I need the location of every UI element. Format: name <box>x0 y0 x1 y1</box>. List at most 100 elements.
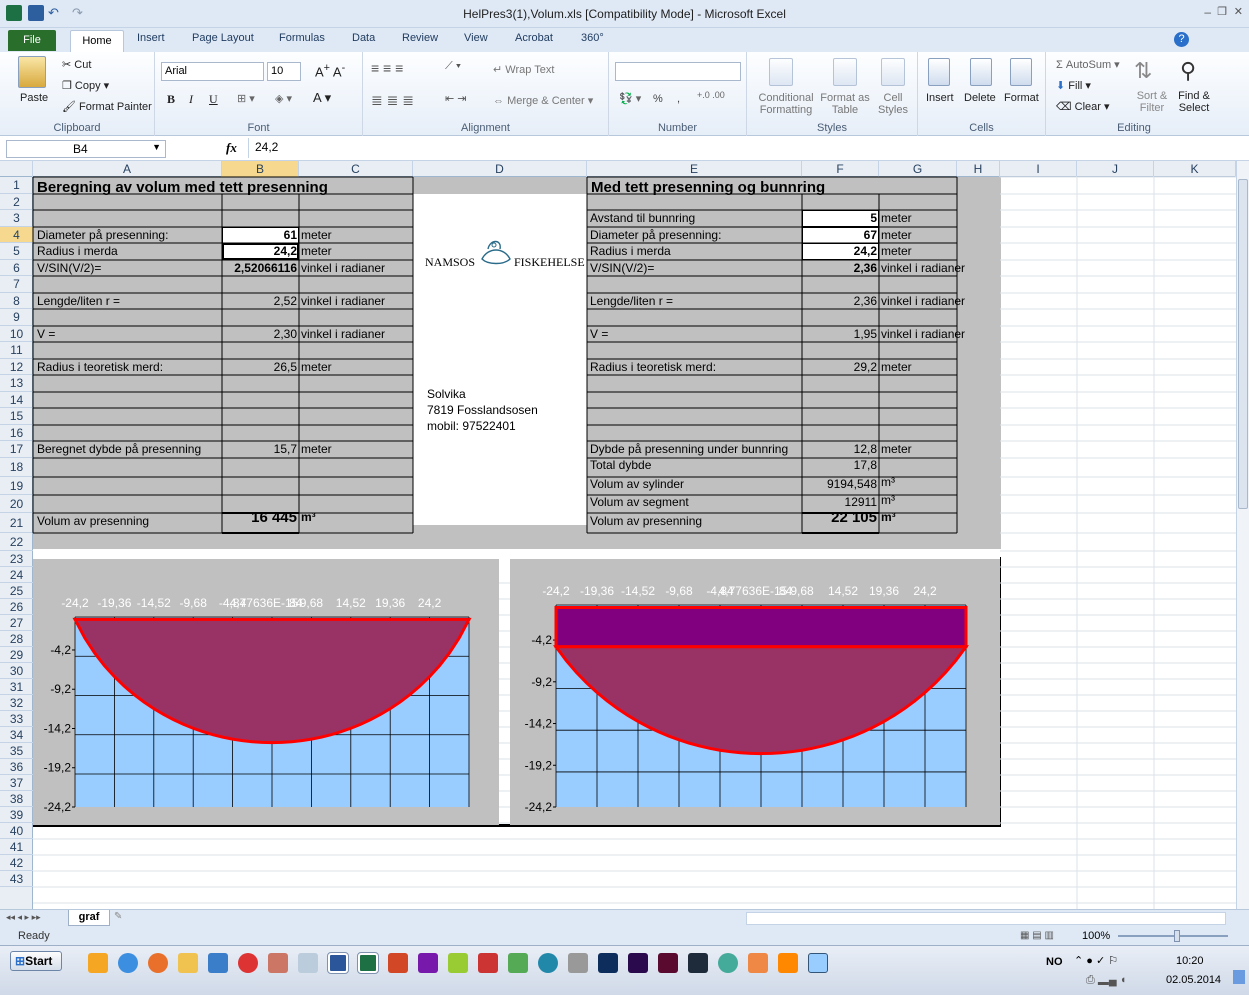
value-length-2[interactable]: 2,36 <box>802 294 877 309</box>
help-icon[interactable]: ? <box>1174 32 1189 47</box>
fill-color-icon[interactable]: ◈ ▾ <box>275 92 292 105</box>
indent-icon[interactable]: ⇤ ⇥ <box>445 92 467 105</box>
align-left-icon[interactable]: ≣ ≣ ≣ <box>371 92 414 109</box>
align-top-icon[interactable]: ≡ ≡ ≡ <box>371 60 403 76</box>
tab-review[interactable]: Review <box>402 32 438 44</box>
value-diameter-2[interactable]: 67 <box>802 228 877 243</box>
format-painter-button[interactable]: 🖌 Format Painter <box>62 100 152 113</box>
chevron-down-icon[interactable]: ▼ <box>152 142 161 152</box>
zoom-thumb[interactable] <box>1174 930 1180 942</box>
cell-styles-button[interactable]: Cell Styles <box>873 92 913 116</box>
paste-button[interactable]: Paste <box>20 92 48 104</box>
excel-taskbar-icon[interactable] <box>357 952 379 974</box>
insert-button[interactable]: Insert <box>926 92 954 104</box>
clear-button[interactable]: ⌫ Clear ▾ <box>1056 100 1110 113</box>
number-format-select[interactable] <box>615 62 741 81</box>
app3-icon[interactable] <box>478 953 498 973</box>
chrome-icon[interactable] <box>718 953 738 973</box>
copy-button[interactable]: ❐ Copy ▾ <box>62 79 109 92</box>
view-buttons-icon[interactable]: ▦ ▤ ▥ <box>1020 930 1054 941</box>
lightroom-icon[interactable] <box>688 953 708 973</box>
tab-formulas[interactable]: Formulas <box>279 32 325 44</box>
italic-button[interactable]: I <box>189 92 193 107</box>
zoom-slider[interactable] <box>1118 935 1228 937</box>
office-icon[interactable] <box>88 953 108 973</box>
window-icon[interactable] <box>298 953 318 973</box>
explorer-icon[interactable] <box>178 953 198 973</box>
tab-home[interactable]: Home <box>70 30 124 52</box>
minimize-button[interactable]: – <box>1204 5 1211 19</box>
cut-button[interactable]: ✂ Cut <box>62 58 91 71</box>
premiere-icon[interactable] <box>628 953 648 973</box>
tab-insert[interactable]: Insert <box>137 32 165 44</box>
find-select-button[interactable]: Find & Select <box>1174 90 1214 114</box>
font-color-icon[interactable]: A ▾ <box>313 90 331 106</box>
indesign-icon[interactable] <box>658 953 678 973</box>
tab-view[interactable]: View <box>464 32 488 44</box>
font-size-select[interactable]: 10 <box>267 62 301 81</box>
autosum-button[interactable]: Σ AutoSum ▾ <box>1056 58 1120 71</box>
app6-icon[interactable] <box>568 953 588 973</box>
vlc-icon[interactable] <box>778 953 798 973</box>
start-button[interactable]: ⊞Start <box>10 951 62 971</box>
value-v-2[interactable]: 1,95 <box>802 327 877 342</box>
scroll-thumb[interactable] <box>1238 179 1248 509</box>
binoculars-icon[interactable]: ⚲ <box>1180 58 1196 84</box>
close-button[interactable]: ✕ <box>1234 5 1243 18</box>
name-box[interactable]: B4 ▼ <box>6 140 166 158</box>
value-v[interactable]: 2,30 <box>222 327 297 342</box>
tab-data[interactable]: Data <box>352 32 375 44</box>
value-cylinder-volume[interactable]: 9194,548 <box>802 477 877 492</box>
language-indicator[interactable]: NO <box>1046 956 1063 968</box>
vertical-scrollbar[interactable] <box>1236 161 1249 909</box>
ie-icon[interactable] <box>118 953 138 973</box>
value-depth-under-ring[interactable]: 12,8 <box>802 442 877 457</box>
worksheet-grid[interactable]: A B C D E F G H I J K 1 2 3 4 5 6 7 8 9 10 11 12 13 1… <box>0 161 1249 909</box>
firefox-icon[interactable] <box>148 953 168 973</box>
clock-time[interactable]: 10:20 <box>1176 955 1204 967</box>
app-icon[interactable] <box>238 953 258 973</box>
value-radius[interactable]: 24,2 <box>222 244 297 259</box>
value-volume-2[interactable]: 22 105 <box>802 510 877 525</box>
sort-filter-button[interactable]: Sort & Filter <box>1132 90 1172 114</box>
value-vsin[interactable]: 2,52066116 <box>222 261 297 276</box>
bold-button[interactable]: B <box>167 92 175 107</box>
app5-icon[interactable] <box>538 953 558 973</box>
value-radius-2[interactable]: 24,2 <box>802 244 877 259</box>
app8-icon[interactable] <box>808 953 828 973</box>
network-volume-icon[interactable]: ⎙ ▂▄ ◖ <box>1086 974 1126 987</box>
delete-cells-icon[interactable] <box>970 58 992 86</box>
format-as-table-icon[interactable] <box>833 58 857 86</box>
maximize-button[interactable]: ❐ <box>1217 5 1227 18</box>
powerpoint-icon[interactable] <box>388 953 408 973</box>
grow-font-icon[interactable]: A+ A- <box>315 62 345 79</box>
onenote-icon[interactable] <box>418 953 438 973</box>
sort-icon[interactable]: ⇅ <box>1134 58 1152 84</box>
tray-icons[interactable]: ⌃ ● ✓ ⚐ <box>1074 954 1118 967</box>
zoom-level[interactable]: 100% <box>1082 930 1110 942</box>
percent-button[interactable]: % <box>653 93 663 105</box>
horizontal-scrollbar[interactable] <box>746 912 1226 925</box>
formula-input[interactable]: 24,2 <box>248 138 1233 158</box>
fx-icon[interactable]: fx <box>226 140 237 156</box>
fill-button[interactable]: ⬇ Fill ▾ <box>1056 79 1091 92</box>
underline-button[interactable]: U <box>209 92 218 107</box>
tab-file[interactable]: File <box>8 30 56 51</box>
chart-right[interactable]: -4,2 -9,2 -14,2 -19,2 -24,2 -24,2 -19,36 -14,52… <box>510 559 1000 825</box>
delete-button[interactable]: Delete <box>964 92 996 104</box>
format-button[interactable]: Format <box>1004 92 1039 104</box>
app4-icon[interactable] <box>508 953 528 973</box>
photoshop-icon[interactable] <box>598 953 618 973</box>
format-as-table-button[interactable]: Format as Table <box>817 92 873 116</box>
border-icon[interactable]: ⊞ ▾ <box>237 92 255 105</box>
insert-cells-icon[interactable] <box>928 58 950 86</box>
value-total-depth[interactable]: 17,8 <box>802 458 877 473</box>
orientation-icon[interactable]: ⟋ ▾ <box>445 60 461 73</box>
tab-acrobat[interactable]: Acrobat <box>515 32 553 44</box>
show-desktop-button[interactable] <box>1233 970 1245 984</box>
sheet-tab-graf[interactable]: graf <box>68 910 110 926</box>
cell-styles-icon[interactable] <box>881 58 905 86</box>
wrap-text-button[interactable]: ↵ Wrap Text <box>493 63 554 76</box>
value-depth[interactable]: 15,7 <box>222 442 297 457</box>
value-theoretical-radius[interactable]: 26,5 <box>222 360 297 375</box>
